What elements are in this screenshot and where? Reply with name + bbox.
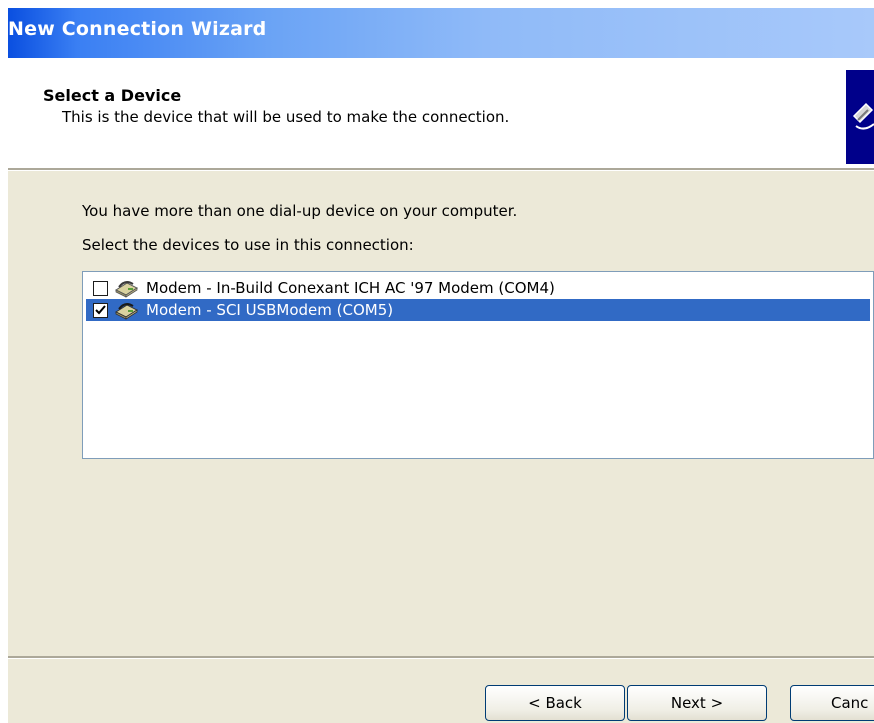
page-subtitle: This is the device that will be used to … <box>62 108 510 126</box>
device-checkbox[interactable] <box>93 280 108 296</box>
title-bar[interactable]: New Connection Wizard <box>8 8 874 58</box>
back-button[interactable]: < Back <box>485 685 625 721</box>
instruction-text: Select the devices to use in this connec… <box>82 236 414 254</box>
page-title: Select a Device <box>43 86 182 105</box>
device-label: Modem - In-Build Conexant ICH AC '97 Mod… <box>146 279 555 297</box>
wizard-header: Select a Device This is the device that … <box>8 58 874 168</box>
checkmark-icon <box>95 304 106 314</box>
modem-icon <box>114 303 139 320</box>
device-item-usb-modem[interactable]: Modem - SCI USBModem (COM5) <box>86 299 870 321</box>
modem-icon <box>114 281 139 298</box>
device-label: Modem - SCI USBModem (COM5) <box>146 301 394 319</box>
header-divider <box>8 168 874 171</box>
cancel-button[interactable]: Canc <box>790 685 874 721</box>
wizard-window: New Connection Wizard Select a Device Th… <box>8 8 874 723</box>
connection-wizard-icon <box>846 70 874 164</box>
next-button[interactable]: Next > <box>627 685 767 721</box>
footer-divider <box>8 656 874 659</box>
device-list[interactable]: Modem - In-Build Conexant ICH AC '97 Mod… <box>82 271 874 459</box>
intro-text: You have more than one dial-up device on… <box>82 202 518 220</box>
window-title: New Connection Wizard <box>8 18 267 40</box>
device-item-conexant-modem[interactable]: Modem - In-Build Conexant ICH AC '97 Mod… <box>86 277 870 299</box>
device-checkbox-checked[interactable] <box>93 302 108 318</box>
